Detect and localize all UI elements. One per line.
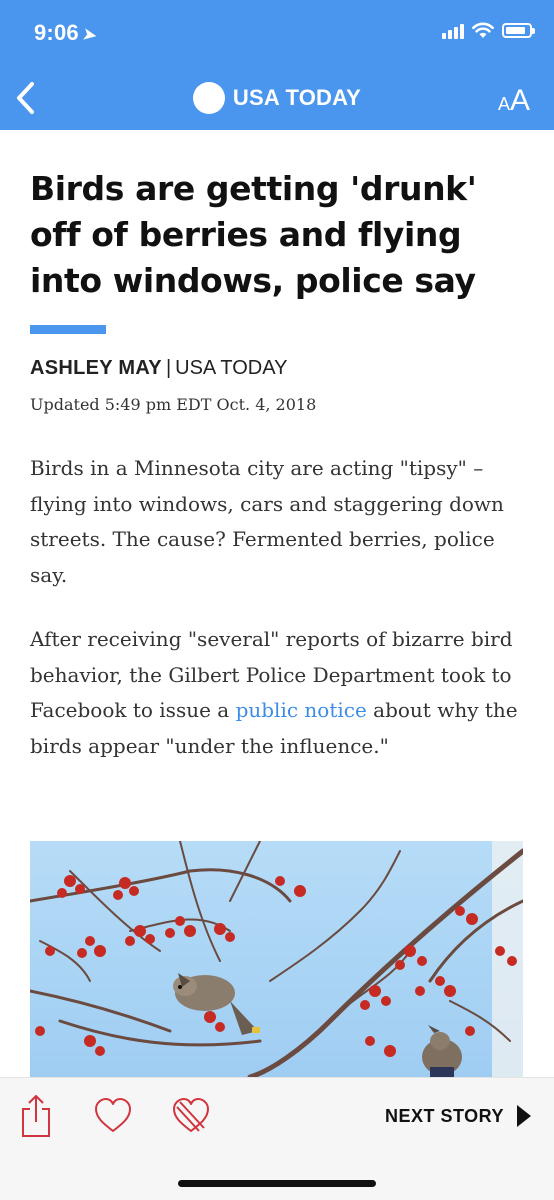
text-size-small: A [497, 94, 510, 114]
next-story-label: NEXT STORY [384, 1105, 504, 1126]
share-button[interactable] [20, 1094, 52, 1138]
battery-icon [502, 23, 535, 38]
birds-on-berry-branches-image [30, 841, 523, 1077]
play-triangle-icon [517, 1105, 531, 1127]
heart-crossed-icon [173, 1098, 209, 1132]
brand-logo: USA TODAY [0, 82, 554, 114]
status-time: 9:06 ➤ [34, 20, 98, 46]
article-headline: Birds are getting 'drunk' off of berries… [30, 169, 477, 300]
location-arrow-icon: ➤ [81, 25, 98, 46]
share-icon [22, 1095, 50, 1137]
status-icons [442, 22, 535, 39]
headline-accent-bar [30, 325, 106, 334]
brand-circle-icon [192, 82, 225, 114]
app-header: 9:06 ➤ USA TODAY AA [0, 0, 554, 130]
clock-time: 9:06 [34, 20, 79, 45]
dislike-button[interactable] [172, 1098, 210, 1134]
text-size-button[interactable]: AA [498, 84, 530, 118]
byline: ASHLEY MAY | USA TODAY [30, 357, 287, 380]
article-photo[interactable] [30, 841, 523, 1077]
like-button[interactable] [94, 1098, 132, 1134]
home-indicator[interactable] [178, 1180, 376, 1187]
article-paragraph: Birds in a Minnesota city are acting "ti… [30, 456, 504, 587]
article-paragraph: After receiving "several" reports of biz… [30, 622, 530, 764]
text-size-large: A [509, 84, 530, 117]
public-notice-link[interactable]: public notice [236, 698, 367, 722]
updated-timestamp: Updated 5:49 pm EDT Oct. 4, 2018 [30, 395, 317, 414]
author-name: ASHLEY MAY [30, 357, 162, 379]
brand-name: USA TODAY [232, 85, 362, 110]
byline-separator: | [165, 357, 172, 379]
wifi-icon [472, 22, 494, 38]
publication-name: USA TODAY [175, 357, 288, 379]
cellular-signal-icon [442, 23, 464, 39]
heart-icon [95, 1098, 131, 1132]
next-story-button[interactable]: NEXT STORY [385, 1104, 532, 1128]
battery-level [506, 27, 525, 34]
